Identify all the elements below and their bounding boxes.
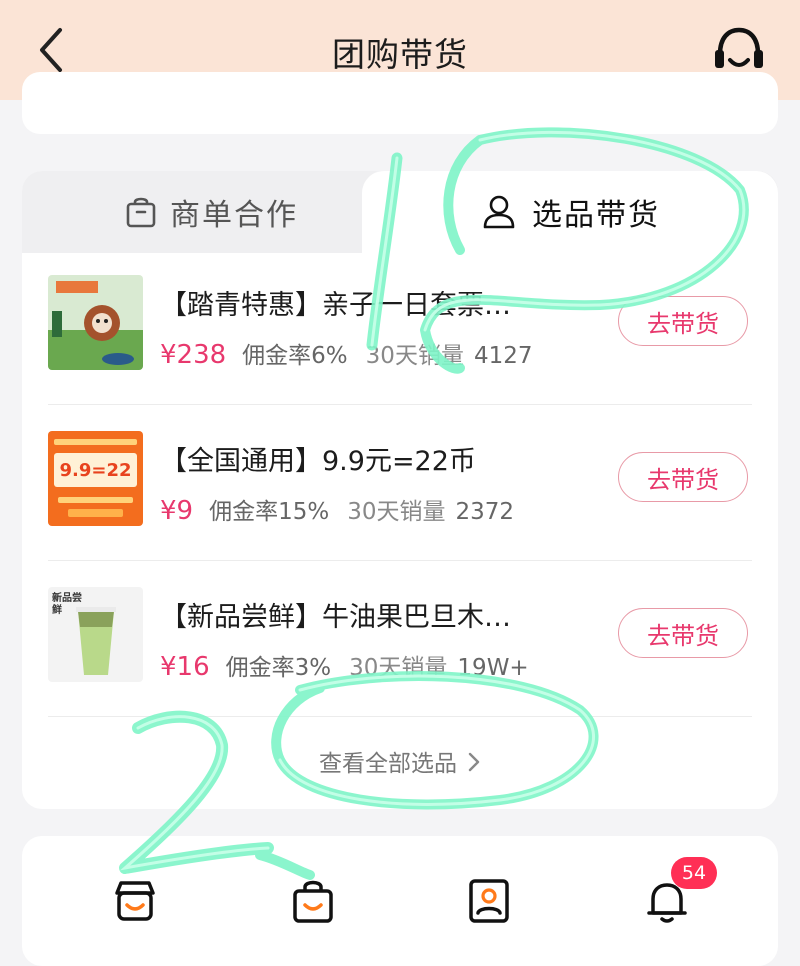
product-name: 【全国通用】9.9元=22币 xyxy=(160,446,476,477)
chevron-right-icon xyxy=(467,751,481,779)
tab-label: 选品带货 xyxy=(532,198,660,233)
view-all-label: 查看全部选品 xyxy=(319,751,457,777)
summary-card xyxy=(22,72,778,134)
sales-label: 30天销量 xyxy=(365,343,464,369)
tab-business-cooperation[interactable]: 商单合作 xyxy=(22,171,400,253)
bag-icon xyxy=(126,197,156,228)
tab-bar: 商单合作 选品带货 xyxy=(22,171,778,253)
commission-rate: 佣金率15% xyxy=(209,499,330,525)
sales-label: 30天销量 xyxy=(349,655,448,681)
product-thumbnail: 新品尝鲜 xyxy=(48,587,143,682)
product-meta: ¥238 佣金率6% 30天销量 4127 xyxy=(160,336,533,370)
sales-count: 19W+ xyxy=(457,655,529,681)
product-price: ¥238 xyxy=(160,340,227,370)
shop-icon[interactable] xyxy=(111,877,159,925)
product-meta: ¥9 佣金率15% 30天销量 2372 xyxy=(160,492,514,526)
promote-button[interactable]: 去带货 xyxy=(618,296,748,346)
promote-button[interactable]: 去带货 xyxy=(618,608,748,658)
sales-count: 2372 xyxy=(455,499,515,525)
sales-label: 30天销量 xyxy=(347,499,446,525)
product-thumbnail xyxy=(48,275,143,370)
product-list: 【踏青特惠】亲子一日套票… ¥238 佣金率6% 30天销量 4127 去带货 9.9… xyxy=(48,249,752,717)
product-thumbnail: 9.9=22 xyxy=(48,431,143,526)
notification-badge: 54 xyxy=(671,857,717,889)
commission-rate: 佣金率6% xyxy=(242,343,348,369)
sales-count: 4127 xyxy=(473,343,533,369)
shopping-bag-icon[interactable] xyxy=(289,877,337,925)
product-item[interactable]: 【踏青特惠】亲子一日套票… ¥238 佣金率6% 30天销量 4127 去带货 xyxy=(48,249,752,405)
commission-rate: 佣金率3% xyxy=(225,655,332,681)
product-card: 商单合作 选品带货 【踏青特惠】亲子一日套票… ¥238 佣金率6% 30天销量… xyxy=(22,171,778,809)
thumbnail-text: 9.9=22 xyxy=(54,453,137,487)
product-item[interactable]: 新品尝鲜 【新品尝鲜】牛油果巴旦木… ¥16 佣金率3% 30天销量 19W+ 去带货 xyxy=(48,561,752,717)
product-price: ¥16 xyxy=(160,652,210,682)
page-title: 团购带货 xyxy=(332,35,468,74)
promote-button[interactable]: 去带货 xyxy=(618,452,748,502)
product-price: ¥9 xyxy=(160,496,194,526)
profile-card-icon[interactable] xyxy=(465,877,513,925)
product-name: 【踏青特惠】亲子一日套票… xyxy=(160,290,511,321)
product-meta: ¥16 佣金率3% 30天销量 19W+ xyxy=(160,648,529,682)
product-name: 【新品尝鲜】牛油果巴旦木… xyxy=(160,602,511,633)
view-all-products-link[interactable]: 查看全部选品 xyxy=(22,744,778,779)
person-icon xyxy=(483,195,515,229)
product-item[interactable]: 9.9=22 【全国通用】9.9元=22币 ¥9 佣金率15% 30天销量 2372 … xyxy=(48,405,752,561)
tab-product-selection[interactable]: 选品带货 xyxy=(362,171,778,253)
tab-label: 商单合作 xyxy=(170,198,298,233)
